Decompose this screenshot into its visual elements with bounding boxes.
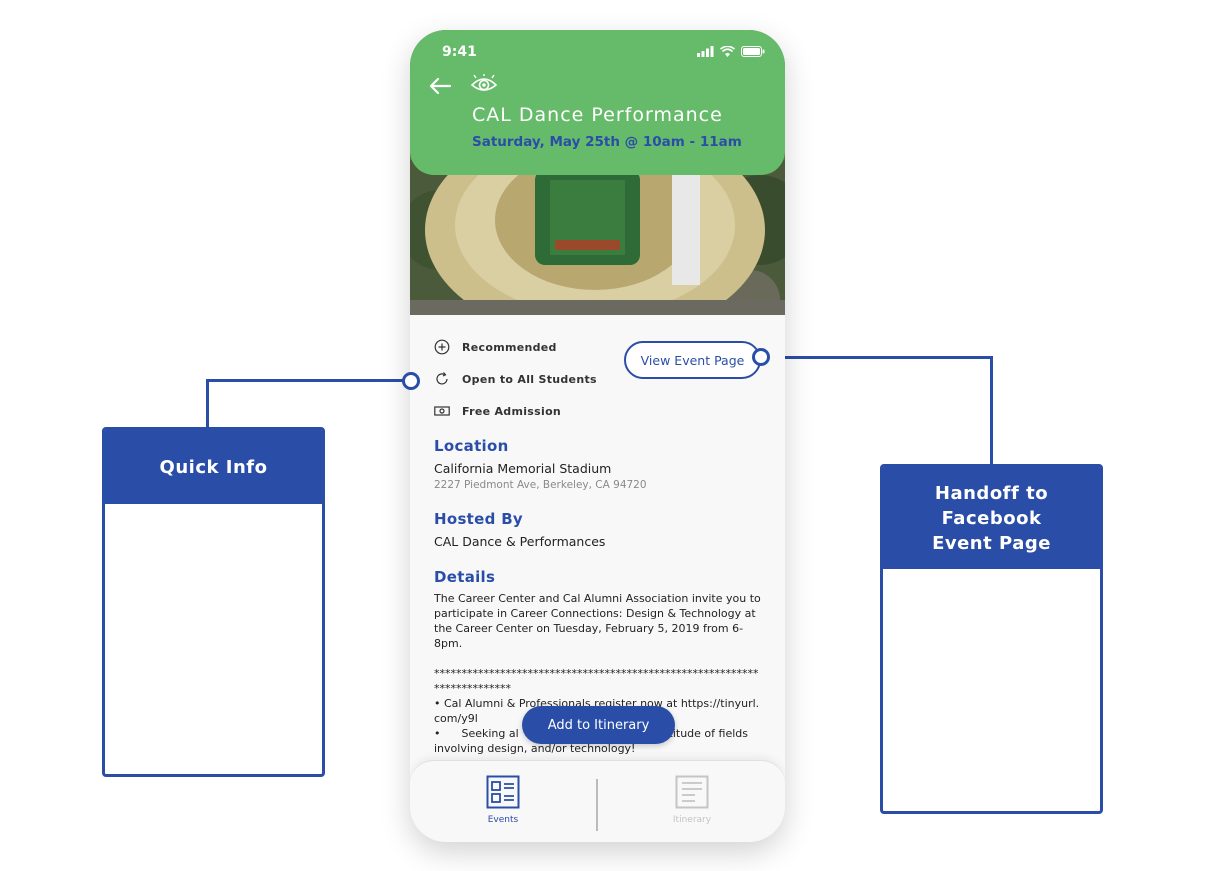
tab-bar: Events Itinerary <box>410 760 785 842</box>
quick-info-connector-horizontal <box>206 379 406 382</box>
cash-icon <box>434 406 450 416</box>
tag-free-admission: Free Admission <box>434 403 561 419</box>
hosted-by-name: CAL Dance & Performances <box>434 534 606 549</box>
quick-info-callout-title: Quick Info <box>105 430 322 504</box>
itinerary-icon <box>675 775 709 809</box>
quick-info-callout: Quick Info <box>102 427 325 777</box>
eye-icon[interactable] <box>470 74 498 96</box>
tab-events-label: Events <box>487 815 519 825</box>
location-name: California Memorial Stadium <box>434 461 612 476</box>
tag-label: Open to All Students <box>462 372 597 386</box>
plus-circle-icon <box>434 339 450 355</box>
add-to-itinerary-button[interactable]: Add to Itinerary <box>522 706 675 744</box>
details-divider: ****************************************… <box>434 667 759 695</box>
handoff-callout-title: Handoff to Facebook Event Page <box>883 467 1100 569</box>
handoff-connector-horizontal <box>768 356 993 359</box>
view-event-page-button[interactable]: View Event Page <box>624 341 761 379</box>
event-header: 9:41 CAL Dance Performance Saturday, May… <box>410 30 785 175</box>
handoff-connector-dot <box>752 348 770 366</box>
event-title: CAL Dance Performance <box>472 104 723 126</box>
status-time: 9:41 <box>442 44 477 60</box>
hosted-by-heading: Hosted By <box>434 510 524 528</box>
handoff-connector-vertical <box>990 356 993 466</box>
quick-info-connector-dot <box>402 372 420 390</box>
refresh-icon <box>436 372 448 385</box>
wifi-icon <box>720 46 735 57</box>
tag-open-to-all: Open to All Students <box>434 371 597 387</box>
tab-itinerary[interactable]: Itinerary <box>647 775 737 825</box>
back-arrow-icon[interactable] <box>428 76 452 96</box>
details-paragraph: The Career Center and Cal Alumni Associa… <box>434 592 761 650</box>
tag-recommended: Recommended <box>434 339 557 355</box>
battery-icon <box>741 46 765 57</box>
phone-frame: 9:41 CAL Dance Performance Saturday, May… <box>410 30 785 842</box>
event-hero: 9:41 CAL Dance Performance Saturday, May… <box>410 30 785 315</box>
location-address: 2227 Piedmont Ave, Berkeley, CA 94720 <box>434 479 647 491</box>
tab-itinerary-label: Itinerary <box>672 815 712 825</box>
details-heading: Details <box>434 568 496 586</box>
quick-info-connector-vertical <box>206 379 209 429</box>
handoff-callout: Handoff to Facebook Event Page <box>880 464 1103 814</box>
tag-label: Free Admission <box>462 404 562 418</box>
event-date: Saturday, May 25th @ 10am - 11am <box>472 134 742 150</box>
tab-events[interactable]: Events <box>458 775 548 825</box>
status-icons <box>697 46 765 57</box>
tab-divider <box>596 779 598 831</box>
event-content: Recommended Open to All Students Free Ad… <box>410 315 785 765</box>
events-icon <box>486 775 520 809</box>
tag-label: Recommended <box>462 340 557 354</box>
location-heading: Location <box>434 437 509 455</box>
signal-icon <box>697 46 714 57</box>
